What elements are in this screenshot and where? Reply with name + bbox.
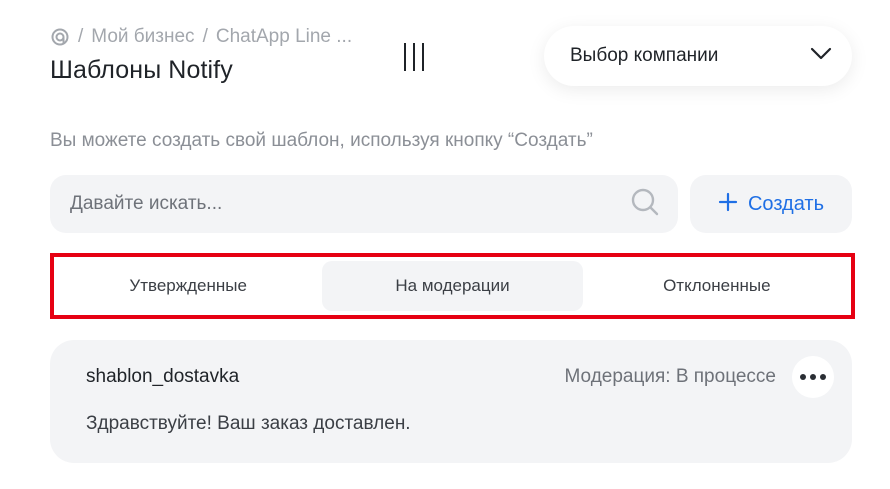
company-select-label: Выбор компании (570, 45, 719, 66)
tabs-highlight-frame: Утвержденные На модерации Отклоненные (50, 253, 855, 319)
breadcrumb-separator: / (202, 26, 208, 47)
search-bar (50, 175, 678, 233)
drag-handle-icon[interactable] (404, 43, 424, 71)
template-card[interactable]: shablon_dostavka Модерация: В процессе З… (50, 340, 852, 463)
create-button-label: Создать (747, 192, 824, 215)
breadcrumb-item-business[interactable]: Мой бизнес (91, 26, 194, 48)
more-dots-icon[interactable] (792, 356, 834, 398)
plus-icon (718, 189, 738, 217)
template-name: shablon_dostavka (86, 366, 240, 387)
search-input[interactable] (70, 193, 630, 215)
breadcrumb-item-chatapp-line[interactable]: ChatApp Line ... (216, 26, 352, 48)
tab-approved[interactable]: Утвержденные (58, 261, 318, 311)
company-select[interactable]: Выбор компании (544, 26, 852, 86)
template-text: Здравствуйте! Ваш заказ доставлен. (86, 413, 411, 434)
home-icon[interactable] (50, 27, 70, 47)
chevron-down-icon (810, 47, 832, 66)
breadcrumb: / Мой бизнес / ChatApp Line ... (50, 26, 352, 48)
tab-rejected[interactable]: Отклоненные (587, 261, 847, 311)
breadcrumb-separator: / (78, 26, 84, 47)
status-tabs: Утвержденные На модерации Отклоненные (58, 261, 847, 311)
tab-moderation[interactable]: На модерации (322, 261, 583, 311)
template-moderation-status: Модерация: В процессе (564, 366, 777, 387)
create-hint-text: Вы можете создать свой шаблон, используя… (50, 130, 593, 151)
page-title: Шаблоны Notify (50, 56, 233, 84)
create-button[interactable]: Создать (690, 175, 852, 233)
search-icon[interactable] (630, 187, 660, 222)
